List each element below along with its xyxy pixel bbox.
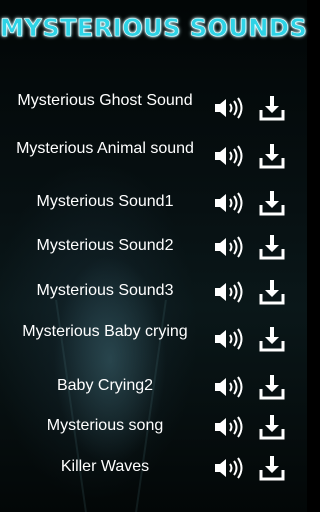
download-icon[interactable] <box>259 234 285 260</box>
sound-label[interactable]: Mysterious song <box>0 408 210 444</box>
download-icon[interactable] <box>259 414 285 440</box>
sound-row[interactable]: Baby Crying2 <box>0 368 307 404</box>
sound-row[interactable]: Killer Waves <box>0 449 307 485</box>
speaker-icon[interactable] <box>214 97 246 119</box>
speaker-icon[interactable] <box>214 281 246 303</box>
speaker-icon[interactable] <box>214 376 246 398</box>
speaker-icon[interactable] <box>214 145 246 167</box>
speaker-icon[interactable] <box>214 457 246 479</box>
sound-label[interactable]: Mysterious Ghost Sound <box>0 83 210 119</box>
sound-row[interactable]: Mysterious Ghost Sound <box>0 89 307 125</box>
speaker-icon[interactable] <box>214 416 246 438</box>
download-icon[interactable] <box>259 374 285 400</box>
speaker-icon[interactable] <box>214 328 246 350</box>
speaker-icon[interactable] <box>214 192 246 214</box>
sound-row[interactable]: Mysterious Animal sound <box>0 137 307 173</box>
download-icon[interactable] <box>259 326 285 352</box>
sound-row[interactable]: Mysterious song <box>0 408 307 444</box>
download-icon[interactable] <box>259 190 285 216</box>
sound-label[interactable]: Mysterious Sound2 <box>0 228 210 264</box>
sound-label[interactable]: Baby Crying2 <box>0 368 210 404</box>
sound-row[interactable]: Mysterious Sound2 <box>0 228 307 264</box>
sound-label[interactable]: Killer Waves <box>0 449 210 485</box>
sound-label[interactable]: Mysterious Sound3 <box>0 273 210 309</box>
sound-label[interactable]: Mysterious Baby crying <box>0 314 210 350</box>
sound-label[interactable]: Mysterious Sound1 <box>0 184 210 220</box>
download-icon[interactable] <box>259 279 285 305</box>
download-icon[interactable] <box>259 455 285 481</box>
speaker-icon[interactable] <box>214 236 246 258</box>
app-title: MYSTERIOUS SOUNDS <box>0 14 308 43</box>
sound-row[interactable]: Mysterious Baby crying <box>0 320 307 356</box>
download-icon[interactable] <box>259 95 285 121</box>
download-icon[interactable] <box>259 143 285 169</box>
sound-row[interactable]: Mysterious Sound3 <box>0 273 307 309</box>
sound-label[interactable]: Mysterious Animal sound <box>0 131 210 167</box>
sound-row[interactable]: Mysterious Sound1 <box>0 184 307 220</box>
